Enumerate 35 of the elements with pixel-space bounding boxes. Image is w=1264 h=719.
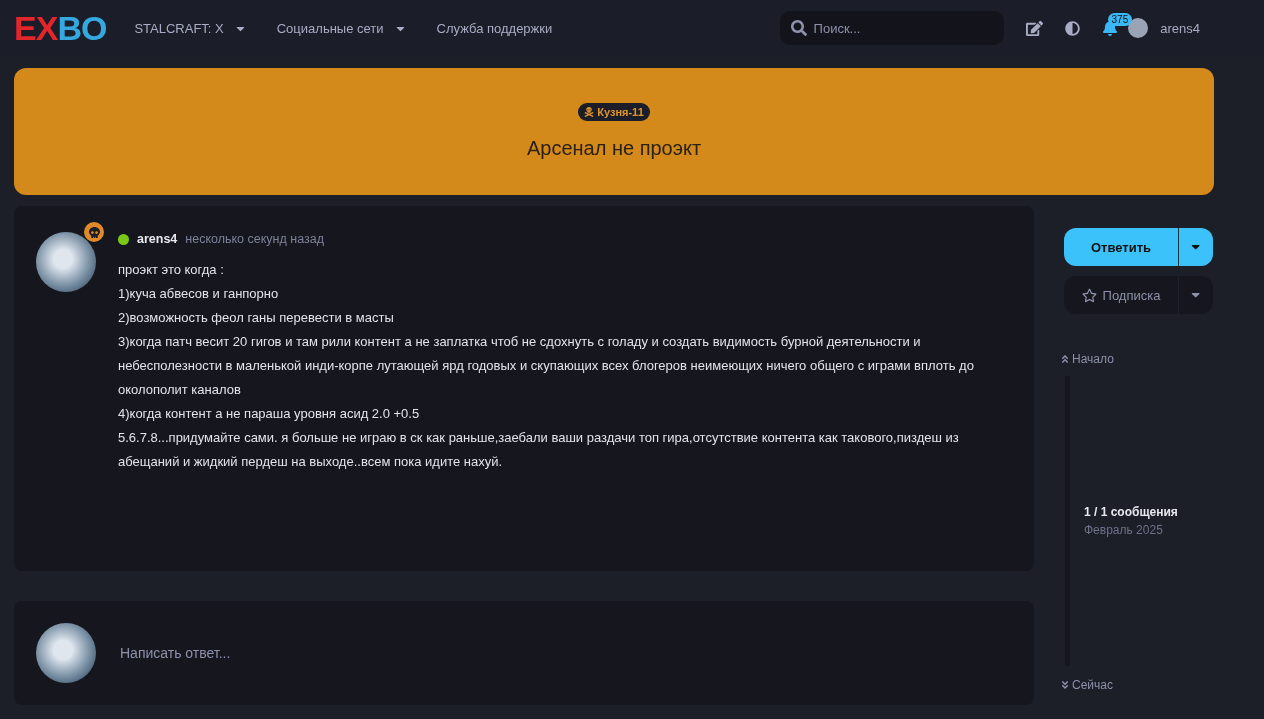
forum-tag[interactable]: Кузня-11 bbox=[578, 103, 650, 121]
nav-link[interactable]: Служба поддержки bbox=[436, 20, 553, 36]
contrast-icon[interactable] bbox=[1064, 20, 1080, 36]
logo[interactable]: EXBO bbox=[14, 8, 107, 48]
post-text: 2)возможность феол ганы перевести в масты bbox=[118, 309, 395, 327]
author-name[interactable]: arens4 bbox=[137, 232, 178, 246]
star-icon bbox=[1081, 287, 1097, 303]
notification-count: 375 bbox=[1107, 12, 1133, 26]
post-text: 4)когда контент а не параша уровня асид 2.0 +0.5 bbox=[118, 405, 421, 423]
post-text: 1)куча абвесов и ганпорно bbox=[118, 285, 280, 303]
post-text: 5.6.7.8...придумайте сами. я больше не играю в ск как раньше,заебали ваши раздачи топ гира,отсутствие контента как такового,пиздеш из абещаний и жидкий пердеш на выходе..всем пока идите нахуй. bbox=[118, 429, 960, 471]
post-text: проэкт это когда : bbox=[118, 261, 225, 279]
search-field[interactable]: Поиск... bbox=[779, 11, 1004, 45]
post-position: 1 / 1 сообщения bbox=[1084, 505, 1179, 519]
user-avatar[interactable] bbox=[1128, 18, 1149, 38]
start-link[interactable]: Начало bbox=[1060, 352, 1213, 366]
nav-link[interactable]: STALCRAFT: X bbox=[134, 20, 247, 36]
double-up-icon bbox=[1060, 354, 1070, 364]
edit-icon[interactable] bbox=[1025, 19, 1043, 37]
double-down-icon bbox=[1060, 680, 1070, 690]
subscribe-button[interactable]: Подписка bbox=[1064, 276, 1179, 314]
skull-crossbones-icon bbox=[584, 107, 595, 117]
search-icon bbox=[790, 20, 807, 36]
reply-field[interactable]: Написать ответ... bbox=[118, 644, 1012, 662]
avatar-picture bbox=[36, 232, 96, 292]
now-link[interactable]: Сейчас bbox=[1060, 678, 1213, 692]
username[interactable]: arens4 bbox=[1160, 20, 1200, 36]
nav-link[interactable]: Социальные сети bbox=[276, 20, 407, 36]
post-text: 3)когда патч весит 20 гигов и там рили контент а не заплатка чтоб не сдохнуть с голаду и создать видимость бурной деятельности и небесполезности в маленькой инди-корпе лутающей ярд годовых и скупающих всех блогеров неимеющих ничего общего с играми вплоть до околополит каналов bbox=[118, 333, 975, 399]
post-date: Февраль 2025 bbox=[1084, 523, 1164, 537]
skull-icon bbox=[84, 222, 104, 242]
reply-button[interactable]: Ответить bbox=[1064, 228, 1179, 266]
thread-title: Арсенал не проэкт bbox=[526, 137, 702, 160]
post-time: несколько секунд назад bbox=[185, 232, 324, 246]
avatar-picture bbox=[36, 623, 96, 683]
